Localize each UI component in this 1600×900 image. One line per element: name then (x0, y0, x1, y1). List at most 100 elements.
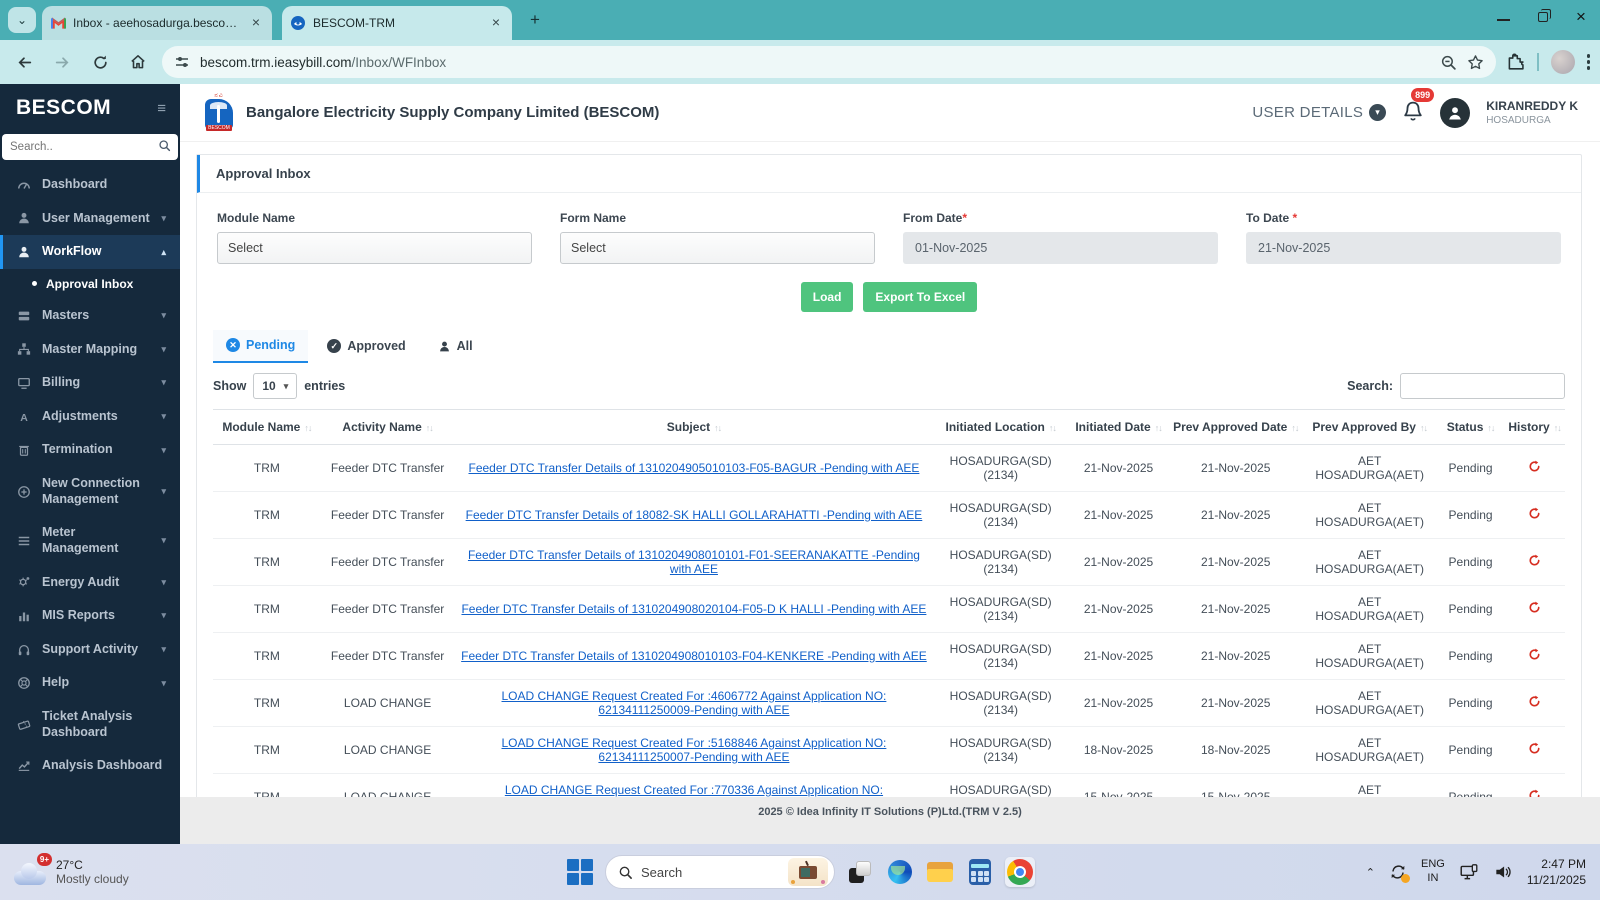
window-restore-icon[interactable] (1538, 9, 1551, 22)
subject-link[interactable]: Feeder DTC Transfer Details of 131020490… (461, 602, 926, 616)
subject-link[interactable]: Feeder DTC Transfer Details of 131020490… (468, 548, 920, 576)
sidebar-item-adjustments[interactable]: A Adjustments ▾ (0, 400, 180, 434)
bookmark-star-icon[interactable] (1467, 54, 1484, 71)
column-header-initiated-date[interactable]: Initiated Date ↑↓ (1067, 409, 1170, 445)
cell-initiated-date: 21-Nov-2025 (1067, 679, 1170, 727)
history-icon[interactable] (1528, 742, 1541, 755)
user-avatar[interactable] (1440, 97, 1471, 128)
history-icon[interactable] (1528, 601, 1541, 614)
tab-approved[interactable]: ✓ Approved (314, 330, 418, 363)
start-button[interactable] (565, 857, 595, 887)
window-minimize-icon[interactable] (1497, 13, 1510, 21)
taskbar-search[interactable]: Search (605, 855, 835, 889)
zoom-out-icon[interactable] (1440, 54, 1457, 71)
file-explorer-icon[interactable] (925, 857, 955, 887)
sidebar-item-billing[interactable]: Billing ▾ (0, 366, 180, 400)
column-header-module-name[interactable]: Module Name ↑↓ (213, 409, 321, 445)
sidebar-item-workflow[interactable]: WorkFlow ▴ (0, 235, 180, 269)
forward-icon[interactable] (48, 48, 76, 76)
sidebar-item-mis-reports[interactable]: MIS Reports ▾ (0, 599, 180, 633)
sidebar-item-energy-audit[interactable]: Energy Audit ▾ (0, 566, 180, 600)
browser-tab-bescom[interactable]: BESCOM-TRM × (282, 6, 512, 40)
site-settings-icon[interactable] (174, 54, 190, 70)
home-icon[interactable] (124, 48, 152, 76)
new-tab-button[interactable]: + (522, 7, 548, 33)
history-icon[interactable] (1528, 695, 1541, 708)
tray-chevron-up-icon[interactable]: ⌃ (1366, 866, 1375, 879)
browser-profile-avatar[interactable] (1550, 50, 1575, 74)
back-icon[interactable] (10, 48, 38, 76)
column-header-prev-approved-date[interactable]: Prev Approved Date ↑↓ (1169, 409, 1303, 445)
calculator-icon[interactable] (965, 857, 995, 887)
export-to-excel-button[interactable]: Export To Excel (863, 282, 978, 312)
subject-link[interactable]: Feeder DTC Transfer Details of 131020490… (468, 461, 919, 475)
sidebar-subitem-approval-inbox[interactable]: Approval Inbox (0, 269, 180, 299)
network-icon[interactable] (1459, 862, 1479, 882)
volume-icon[interactable] (1493, 862, 1513, 882)
notifications-button[interactable]: 899 (1402, 88, 1435, 129)
history-icon[interactable] (1528, 460, 1541, 473)
column-header-initiated-location[interactable]: Initiated Location ↑↓ (933, 409, 1068, 445)
column-header-prev-approved-by[interactable]: Prev Approved By ↑↓ (1302, 409, 1438, 445)
tab-all[interactable]: All (425, 330, 486, 363)
subject-link[interactable]: Feeder DTC Transfer Details of 18082-SK … (466, 508, 923, 522)
sidebar-search-input[interactable] (2, 134, 178, 160)
subject-link[interactable]: LOAD CHANGE Request Created For :5168846… (502, 736, 887, 764)
to-date-input[interactable]: 21-Nov-2025 (1246, 232, 1561, 264)
clock[interactable]: 2:47 PM 11/21/2025 (1527, 856, 1586, 888)
bullet-icon (32, 281, 37, 287)
sidebar-item-ticket-analysis-dashboard[interactable]: Ticket Analysis Dashboard (0, 700, 180, 749)
task-view-icon[interactable] (845, 857, 875, 887)
sidebar-item-support-activity[interactable]: Support Activity ▾ (0, 633, 180, 667)
tab-pending[interactable]: ✕ Pending (213, 330, 309, 363)
history-icon[interactable] (1528, 648, 1541, 661)
sidebar-item-masters[interactable]: Masters ▾ (0, 299, 180, 333)
search-highlight-icon[interactable] (788, 858, 828, 886)
sidebar-item-dashboard[interactable]: Dashboard (0, 168, 180, 202)
sidebar-item-termination[interactable]: Termination ▾ (0, 433, 180, 467)
column-header-status[interactable]: Status ↑↓ (1437, 409, 1505, 445)
sidebar-item-user-management[interactable]: User Management ▾ (0, 202, 180, 236)
column-header-subject[interactable]: Subject ↑↓ (454, 409, 934, 445)
load-button[interactable]: Load (800, 282, 854, 312)
tab-search-button[interactable]: ⌄ (8, 7, 36, 33)
sidebar-item-analysis-dashboard[interactable]: Analysis Dashboard (0, 749, 180, 783)
sidebar-item-help[interactable]: Help ▾ (0, 666, 180, 700)
subject-link[interactable]: Feeder DTC Transfer Details of 131020490… (461, 649, 927, 663)
form-name-select[interactable]: Select (560, 232, 875, 264)
extensions-icon[interactable] (1506, 53, 1525, 72)
user-icon (16, 211, 32, 225)
history-icon[interactable] (1528, 789, 1541, 797)
sync-tray-icon[interactable] (1389, 863, 1410, 883)
url-bar[interactable]: bescom.trm.ieasybill.com/Inbox/WFInbox (162, 46, 1496, 78)
sidebar-item-meter-management[interactable]: Meter Management ▾ (0, 516, 180, 565)
reload-icon[interactable] (86, 48, 114, 76)
window-close-icon[interactable]: × (1576, 8, 1590, 25)
language-indicator[interactable]: ENG IN (1421, 858, 1445, 886)
history-icon[interactable] (1528, 554, 1541, 567)
table-search-input[interactable] (1400, 373, 1565, 399)
browser-menu-icon[interactable] (1586, 54, 1590, 70)
tab-close-icon[interactable]: × (248, 15, 264, 31)
column-header-history[interactable]: History ↑↓ (1504, 409, 1565, 445)
sidebar-item-new-connection-management[interactable]: New Connection Management ▾ (0, 467, 180, 516)
from-date-input[interactable]: 01-Nov-2025 (903, 232, 1218, 264)
news-badge: 9+ (36, 853, 52, 866)
browser-tab-gmail[interactable]: Inbox - aeehosadurga.bescom@ × (42, 6, 272, 40)
page-size-select[interactable]: 10 ▾ (253, 373, 298, 399)
subject-link[interactable]: LOAD CHANGE Request Created For :4606772… (502, 689, 887, 717)
user-details-dropdown[interactable]: USER DETAILS ▾ (1252, 104, 1387, 121)
module-name-select[interactable]: Select (217, 232, 532, 264)
column-header-activity-name[interactable]: Activity Name ↑↓ (320, 409, 455, 445)
edge-icon[interactable] (885, 857, 915, 887)
url-text[interactable]: bescom.trm.ieasybill.com/Inbox/WFInbox (200, 55, 1430, 70)
tab-close-icon[interactable]: × (488, 15, 504, 31)
table-row: TRM Feeder DTC Transfer Feeder DTC Transfe… (213, 491, 1565, 539)
weather-widget[interactable]: 9+ 27°C Mostly cloudy (14, 853, 129, 886)
sidebar-toggle-icon[interactable]: ≡ (157, 100, 166, 117)
subject-link[interactable]: LOAD CHANGE Request Created For :770336 … (505, 783, 883, 797)
history-icon[interactable] (1528, 507, 1541, 520)
sidebar-item-master-mapping[interactable]: Master Mapping ▾ (0, 333, 180, 367)
chrome-icon[interactable] (1005, 857, 1035, 887)
all-users-icon (438, 340, 451, 353)
